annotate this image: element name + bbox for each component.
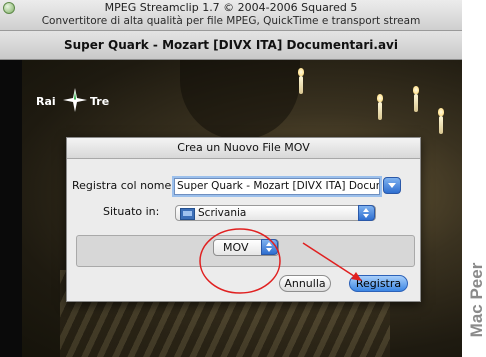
file-name: Super Quark - Mozart [DIVX ITA] Document… — [64, 38, 398, 52]
candle-flame-icon — [413, 86, 419, 94]
video-letterbox — [0, 60, 22, 357]
dialog-title: Crea un Nuovo File MOV — [67, 138, 420, 159]
save-as-label: Registra col nome: — [72, 179, 175, 192]
watermark-text: Mac Peer — [467, 262, 486, 338]
location-value: Scrivania — [198, 207, 247, 219]
desktop-folder-icon — [180, 208, 195, 220]
app-window: MPEG Streamclip 1.7 © 2004-2006 Squared … — [0, 0, 462, 357]
video-shadow — [180, 60, 300, 140]
channel-logo-rai: Rai — [36, 95, 56, 108]
format-popup[interactable]: MOV — [213, 239, 279, 256]
channel-logo-tre: Tre — [90, 95, 110, 108]
candle-icon — [414, 94, 418, 112]
window-subtitle: Convertitore di alta qualità per file MP… — [41, 15, 421, 27]
chevron-down-icon — [388, 183, 396, 188]
file-name-bar: Super Quark - Mozart [DIVX ITA] Document… — [0, 31, 462, 60]
candle-icon — [439, 116, 443, 134]
candle-flame-icon — [298, 68, 304, 76]
candle-icon — [378, 102, 382, 120]
candle-icon — [299, 76, 303, 94]
window-titlebar: MPEG Streamclip 1.7 © 2004-2006 Squared … — [0, 0, 462, 31]
location-popup[interactable]: Scrivania — [175, 205, 376, 221]
candle-flame-icon — [438, 108, 444, 116]
format-value: MOV — [223, 241, 249, 254]
save-dialog: Crea un Nuovo File MOV Registra col nome… — [66, 137, 421, 302]
rai-cross-icon — [63, 88, 87, 112]
candle-flame-icon — [377, 94, 383, 102]
save-as-input[interactable]: Super Quark - Mozart [DIVX ITA] Document… — [174, 178, 380, 195]
popup-arrows-icon — [261, 239, 278, 255]
window-title: MPEG Streamclip 1.7 © 2004-2006 Squared … — [104, 1, 358, 14]
expand-browser-button[interactable] — [383, 177, 401, 194]
popup-arrows-icon — [358, 205, 375, 221]
cancel-button[interactable]: Annulla — [279, 275, 331, 292]
save-button[interactable]: Registra — [349, 275, 408, 292]
where-label: Situato in: — [103, 205, 160, 218]
watermark-strip: Mac Peer — [462, 0, 486, 357]
